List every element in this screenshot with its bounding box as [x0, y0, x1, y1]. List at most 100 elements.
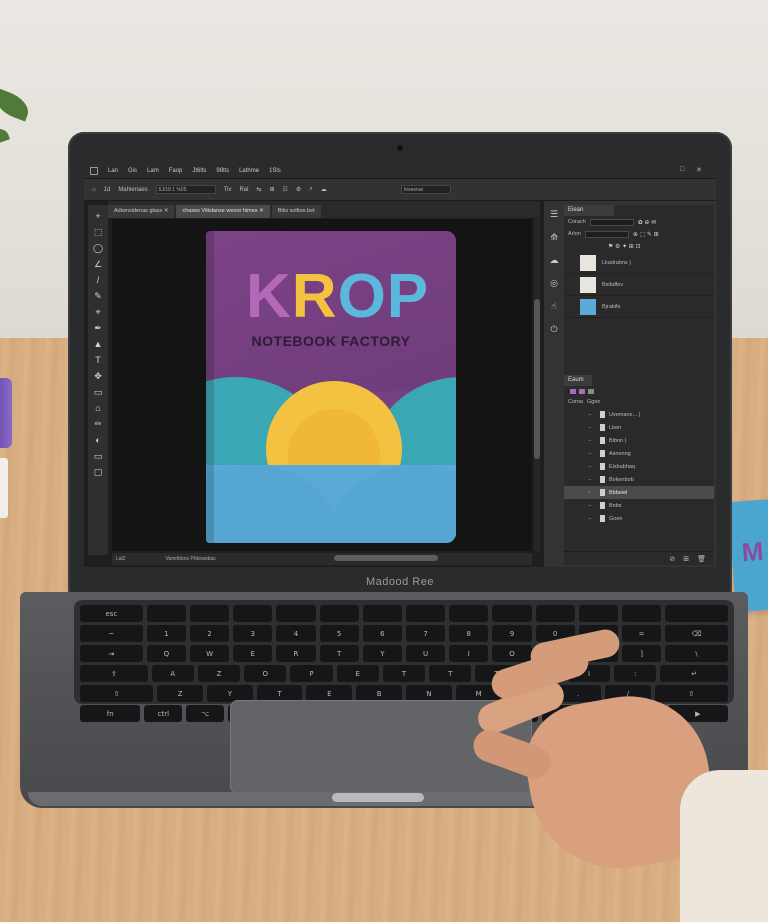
menu-item-0[interactable]: Lan: [108, 168, 118, 174]
visibility-icon[interactable]: –: [588, 451, 596, 457]
distribute-icon[interactable]: ☷: [283, 186, 288, 193]
layer-row[interactable]: – Bnbs: [564, 499, 714, 512]
grid-icon[interactable]: ⊞: [270, 186, 275, 193]
keyboard-key[interactable]: 4: [276, 625, 316, 642]
tab-document-1[interactable]: Adiwnsidenas glass ✕: [108, 205, 175, 218]
cloud-icon[interactable]: ☁: [321, 186, 327, 193]
maximize-icon[interactable]: □: [680, 166, 684, 173]
keyboard-key[interactable]: esc: [80, 605, 143, 622]
properties-title[interactable]: Eiean: [564, 205, 614, 216]
status-zoom[interactable]: Lal2: [116, 553, 125, 565]
keyboard-key[interactable]: O: [244, 665, 287, 682]
tab-document-2[interactable]: chases Vitislanse wenor himes ✕: [176, 205, 270, 218]
keyboard-key[interactable]: W: [189, 645, 230, 662]
layer-row[interactable]: – Bibnn ): [564, 434, 714, 447]
menu-item-3[interactable]: Faop: [169, 168, 183, 174]
keyboard-key[interactable]: [492, 605, 532, 622]
visibility-icon[interactable]: –: [588, 477, 596, 483]
document-canvas[interactable]: KROP NOTEBOOK FACTORY: [112, 219, 532, 551]
keyboard-key[interactable]: [405, 605, 446, 622]
hand-tool-icon[interactable]: ✥: [92, 371, 104, 382]
prop-color-icons[interactable]: ✿ ⊕ ✉: [638, 219, 656, 226]
history-icon[interactable]: ☰: [550, 209, 558, 220]
marquee-tool-icon[interactable]: ⬚: [92, 227, 104, 238]
menu-item-6[interactable]: Lathme: [239, 168, 259, 174]
keyboard-key[interactable]: ⇥: [80, 645, 143, 662]
adjustments-icon[interactable]: ⟰: [550, 232, 558, 243]
keyboard-key[interactable]: Z: [197, 665, 241, 682]
keyboard-key[interactable]: Y: [362, 645, 402, 662]
visibility-icon[interactable]: –: [588, 464, 596, 470]
visibility-icon[interactable]: –: [588, 425, 596, 431]
trash-icon[interactable]: 🗑: [697, 555, 706, 563]
visibility-icon[interactable]: •: [588, 490, 596, 496]
style-row-2[interactable]: Bsibdfov: [564, 274, 714, 296]
keyboard-key[interactable]: [362, 605, 402, 622]
keyboard-key[interactable]: 3: [233, 625, 273, 642]
keyboard-key[interactable]: T: [429, 665, 472, 682]
keyboard-key[interactable]: U: [405, 645, 446, 662]
keyboard-key[interactable]: ~: [80, 625, 143, 642]
visibility-icon[interactable]: –: [588, 503, 596, 509]
keyboard-key[interactable]: 7: [405, 625, 446, 642]
type-tool-icon[interactable]: T: [92, 355, 104, 366]
layer-row-selected[interactable]: • Bbbeiel: [564, 486, 714, 499]
keyboard-key[interactable]: [319, 605, 359, 622]
prop-arlon-field[interactable]: [584, 230, 629, 238]
keyboard-key[interactable]: E: [233, 645, 273, 662]
style-row-3[interactable]: Bjrabifs: [564, 296, 714, 318]
keyboard-key[interactable]: ⇪: [80, 665, 148, 682]
keyboard-key[interactable]: [233, 605, 273, 622]
keyboard-key[interactable]: Z: [157, 685, 203, 702]
keyboard-key[interactable]: [621, 605, 662, 622]
keyboard-key[interactable]: A: [151, 665, 194, 682]
stamp-tool-icon[interactable]: ⌂: [92, 403, 104, 414]
swatch-2[interactable]: [579, 388, 585, 394]
keyboard-key[interactable]: 5: [319, 625, 359, 642]
layer-row[interactable]: – Uvemane... ): [564, 408, 714, 421]
ellipse-tool-icon[interactable]: ◯: [92, 243, 104, 254]
close-icon[interactable]: ✕: [696, 166, 702, 174]
keyboard-key[interactable]: E: [336, 665, 379, 682]
menu-item-5[interactable]: 98lts: [216, 168, 229, 174]
color-swatches-icon[interactable]: ◐: [92, 435, 104, 446]
style-row-1[interactable]: Lkadrabns ): [564, 252, 714, 274]
keyboard-key[interactable]: [276, 605, 316, 622]
layer-row[interactable]: – Bokenbob: [564, 473, 714, 486]
option-size[interactable]: 1d: [104, 187, 111, 193]
menu-item-2[interactable]: Lam: [147, 168, 159, 174]
home-icon[interactable]: ⌂: [92, 187, 96, 193]
keyboard-key[interactable]: 1: [146, 625, 186, 642]
keyboard-key[interactable]: [449, 605, 489, 622]
link-layers-icon[interactable]: ⊘: [669, 555, 675, 563]
layer-row[interactable]: – Goen: [564, 512, 714, 525]
keyboard-key[interactable]: [535, 605, 575, 622]
rectangle-tool-icon[interactable]: ▭: [92, 387, 104, 398]
cloud-icon[interactable]: ☁: [550, 255, 559, 266]
pen-tool-icon[interactable]: ✒: [92, 323, 104, 334]
workspace-field[interactable]: hrsesnat: [400, 185, 451, 194]
option-value-field[interactable]: 5J/18 1 %05: [155, 185, 216, 194]
settings-icon[interactable]: ⚙: [296, 186, 301, 193]
layer-row[interactable]: – Lben: [564, 421, 714, 434]
swatch-1[interactable]: [570, 388, 576, 394]
visibility-icon[interactable]: –: [588, 438, 596, 444]
scroll-thumb[interactable]: [534, 299, 540, 459]
layer-row[interactable]: – Asnenng: [564, 447, 714, 460]
keyboard-key[interactable]: fn: [80, 705, 141, 722]
option-ral[interactable]: Ral: [239, 187, 248, 193]
keyboard-key[interactable]: T: [319, 645, 359, 662]
layer-row[interactable]: – Eisbabhaq: [564, 460, 714, 473]
layers-sub-1[interactable]: Corna: [568, 399, 583, 405]
menu-item-4[interactable]: Jt6lts: [192, 168, 206, 174]
keyboard-key[interactable]: ⌥: [186, 705, 224, 722]
keyboard-key[interactable]: R: [276, 645, 316, 662]
search-icon[interactable]: ⌕: [309, 186, 312, 193]
quick-mask-icon[interactable]: ▭: [92, 451, 104, 462]
keyboard-key[interactable]: [578, 605, 618, 622]
prop-color-field[interactable]: [589, 218, 634, 226]
app-icon[interactable]: [90, 166, 98, 175]
option-tiv[interactable]: Tiv: [224, 187, 232, 193]
keyboard-key[interactable]: 6: [362, 625, 402, 642]
tab-document-3[interactable]: Bitis solttes.bet: [271, 205, 321, 218]
